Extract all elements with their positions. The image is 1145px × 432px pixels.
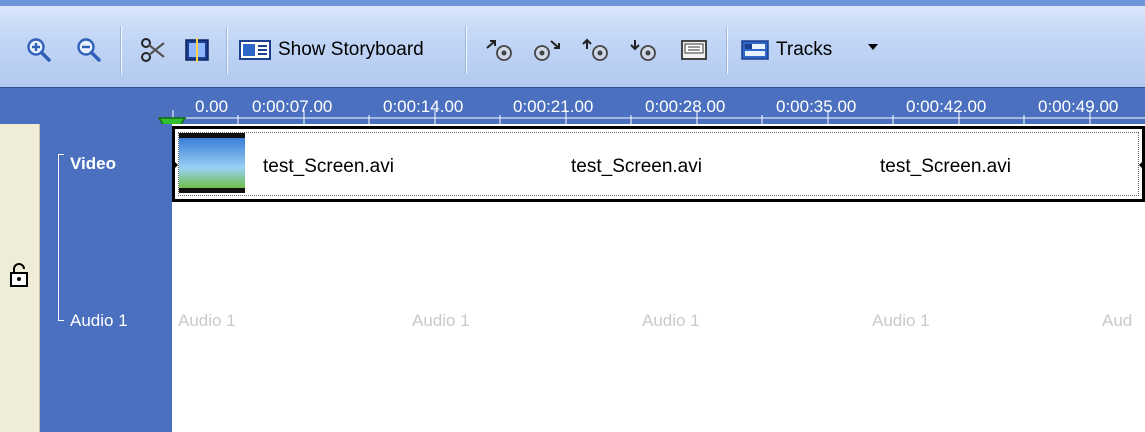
split-clip-button[interactable] [136,30,170,70]
clip-end-marker-icon[interactable] [1139,159,1145,171]
tracks-icon [741,40,769,60]
mute-icon [681,40,707,60]
tracks-label: Tracks [776,39,833,60]
volume-up-icon [582,38,608,61]
timeline-toolbar: Show Storyboard Tracks [0,0,1145,87]
toolbar-separator [465,26,467,74]
lock-icon[interactable] [9,262,29,288]
tracks-button[interactable]: Tracks [740,30,862,70]
fade-out-button[interactable] [526,30,566,70]
audio-track-placeholder: Audio 1 [412,311,470,330]
split-screen-icon [185,38,209,62]
mute-button[interactable] [674,30,714,70]
track-headers: Video Audio 1 [40,124,172,432]
show-storyboard-icon [239,40,271,60]
zoom-out-button[interactable] [72,30,106,70]
video-track-title[interactable]: Video [70,154,116,174]
audio-track-title[interactable]: Audio 1 [70,311,128,331]
clip-label: test_Screen.avi [263,156,394,177]
tracks-dropdown-arrow-icon[interactable] [868,44,878,50]
volume-down-icon [630,40,656,61]
tree-connector [58,154,64,155]
fade-in-button[interactable] [480,30,520,70]
clip-start-marker-icon[interactable] [172,159,178,171]
ruler-ticks [172,110,1145,125]
toolbar-separator [726,26,728,74]
audio-track-placeholder: Audio 1 [872,311,930,330]
split-screen-button[interactable] [180,30,214,70]
fade-out-icon [534,40,560,61]
split-clip-icon [141,38,165,62]
video-clip[interactable]: test_Screen.avi test_Screen.avi test_Scr… [172,126,1145,202]
show-storyboard-button[interactable]: Show Storyboard [238,30,452,70]
volume-up-button[interactable] [576,30,616,70]
volume-down-button[interactable] [624,30,664,70]
zoom-in-icon [27,38,51,62]
tree-connector [58,154,59,320]
clip-label: test_Screen.avi [880,156,1011,177]
fade-in-icon [486,40,512,61]
clip-label: test_Screen.avi [571,156,702,177]
lock-bar [0,124,40,432]
audio-track-placeholder: Audio 1 [642,311,700,330]
zoom-in-button[interactable] [22,30,56,70]
timeline-area[interactable]: test_Screen.avi test_Screen.avi test_Scr… [172,124,1145,432]
audio-track-placeholder: Aud [1102,311,1133,330]
toolbar-separator [120,26,122,74]
audio-track-placeholder: Audio 1 [178,311,236,330]
show-storyboard-label: Show Storyboard [278,39,424,60]
tree-connector [58,320,64,321]
toolbar-separator [226,26,228,74]
zoom-out-icon [77,38,101,62]
clip-thumbnail [179,133,245,193]
